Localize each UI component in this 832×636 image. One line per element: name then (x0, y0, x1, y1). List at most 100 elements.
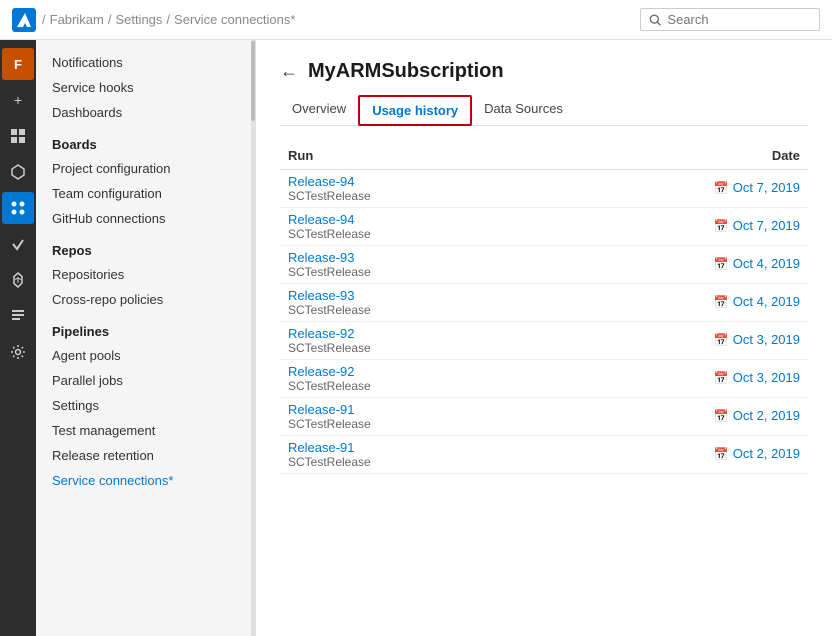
run-sub: SCTestRelease (288, 265, 531, 279)
date-value: Oct 4, 2019 (733, 294, 800, 309)
sidebar-section-pipelines: Pipelines (52, 324, 239, 339)
breadcrumb-sep2: / (108, 12, 112, 27)
sidebar-item-repositories[interactable]: Repositories (52, 262, 239, 287)
run-cell: Release-92 SCTestRelease (280, 360, 539, 398)
sidebar-item-plus[interactable]: + (2, 84, 34, 116)
sidebar-item-artifacts[interactable] (2, 264, 34, 296)
sidebar-item-release-retention[interactable]: Release retention (52, 443, 239, 468)
breadcrumb-sep3: / (166, 12, 170, 27)
run-name[interactable]: Release-91 (288, 440, 531, 455)
topbar: / Fabrikam / Settings / Service connecti… (0, 0, 832, 40)
sidebar-item-test-management[interactable]: Test management (52, 418, 239, 443)
back-button[interactable]: ← (280, 61, 298, 82)
azure-logo (12, 8, 36, 32)
run-cell: Release-91 SCTestRelease (280, 436, 539, 474)
date-cell: 📅 Oct 4, 2019 (539, 284, 808, 322)
sidebar-item-service-connections[interactable]: Service connections* (52, 468, 239, 493)
run-sub: SCTestRelease (288, 227, 531, 241)
sidebar-item-settings[interactable]: Settings (52, 393, 239, 418)
sidebar-item-parallel-jobs[interactable]: Parallel jobs (52, 368, 239, 393)
table-row[interactable]: Release-93 SCTestRelease 📅 Oct 4, 2019 (280, 246, 808, 284)
page-header: ← MyARMSubscription (280, 60, 808, 83)
sidebar-item-pipelines[interactable] (2, 192, 34, 224)
sidebar-item-cross-repo[interactable]: Cross-repo policies (52, 287, 239, 312)
run-name[interactable]: Release-92 (288, 364, 531, 379)
tab-data-sources[interactable]: Data Sources (472, 95, 575, 126)
run-cell: Release-93 SCTestRelease (280, 284, 539, 322)
search-box[interactable] (640, 8, 820, 31)
scrollbar-thumb (251, 41, 255, 121)
sidebar-item-repos[interactable] (2, 156, 34, 188)
icon-sidebar: F + (0, 40, 36, 636)
sidebar-item-boards[interactable] (2, 120, 34, 152)
breadcrumb-separator: / (42, 12, 46, 27)
breadcrumb-fabrikam[interactable]: Fabrikam (50, 12, 104, 27)
search-input[interactable] (667, 12, 811, 27)
run-name[interactable]: Release-91 (288, 402, 531, 417)
settings-sidebar: Notifications Service hooks Dashboards B… (36, 40, 256, 636)
calendar-icon: 📅 (714, 181, 729, 195)
user-avatar[interactable]: F (2, 48, 34, 80)
calendar-icon: 📅 (714, 333, 729, 347)
calendar-icon: 📅 (714, 447, 729, 461)
run-name[interactable]: Release-94 (288, 212, 531, 227)
date-value: Oct 2, 2019 (733, 446, 800, 461)
table-row[interactable]: Release-92 SCTestRelease 📅 Oct 3, 2019 (280, 360, 808, 398)
content-area: ← MyARMSubscription Overview Usage histo… (256, 40, 832, 636)
run-cell: Release-92 SCTestRelease (280, 322, 539, 360)
calendar-icon: 📅 (714, 371, 729, 385)
date-cell: 📅 Oct 3, 2019 (539, 360, 808, 398)
tab-usage-history[interactable]: Usage history (358, 95, 472, 126)
sidebar-section-boards: Boards (52, 137, 239, 152)
date-value: Oct 3, 2019 (733, 332, 800, 347)
run-name[interactable]: Release-93 (288, 288, 531, 303)
run-cell: Release-93 SCTestRelease (280, 246, 539, 284)
calendar-icon: 📅 (714, 295, 729, 309)
date-cell: 📅 Oct 7, 2019 (539, 170, 808, 208)
search-icon (649, 13, 661, 27)
run-name[interactable]: Release-93 (288, 250, 531, 265)
run-sub: SCTestRelease (288, 455, 531, 469)
calendar-icon: 📅 (714, 219, 729, 233)
date-value: Oct 2, 2019 (733, 408, 800, 423)
run-name[interactable]: Release-94 (288, 174, 531, 189)
sidebar-item-team-config[interactable]: Team configuration (52, 181, 239, 206)
col-date: Date (539, 142, 808, 170)
table-row[interactable]: Release-94 SCTestRelease 📅 Oct 7, 2019 (280, 170, 808, 208)
tab-bar: Overview Usage history Data Sources (280, 95, 808, 126)
run-sub: SCTestRelease (288, 417, 531, 431)
run-cell: Release-91 SCTestRelease (280, 398, 539, 436)
sidebar-item-github-connections[interactable]: GitHub connections (52, 206, 239, 231)
run-cell: Release-94 SCTestRelease (280, 170, 539, 208)
date-value: Oct 7, 2019 (733, 218, 800, 233)
table-row[interactable]: Release-93 SCTestRelease 📅 Oct 4, 2019 (280, 284, 808, 322)
sidebar-scrollbar[interactable] (251, 40, 255, 636)
tab-overview[interactable]: Overview (280, 95, 358, 126)
sidebar-item-test-plans[interactable] (2, 228, 34, 260)
date-value: Oct 4, 2019 (733, 256, 800, 271)
table-row[interactable]: Release-92 SCTestRelease 📅 Oct 3, 2019 (280, 322, 808, 360)
breadcrumb-service-connections[interactable]: Service connections* (174, 12, 295, 27)
sidebar-item-overview[interactable] (2, 300, 34, 332)
main-layout: F + (0, 40, 832, 636)
table-row[interactable]: Release-91 SCTestRelease 📅 Oct 2, 2019 (280, 398, 808, 436)
table-row[interactable]: Release-91 SCTestRelease 📅 Oct 2, 2019 (280, 436, 808, 474)
sidebar-item-settings[interactable] (2, 336, 34, 368)
date-value: Oct 3, 2019 (733, 370, 800, 385)
sidebar-item-service-hooks[interactable]: Service hooks (52, 75, 239, 100)
calendar-icon: 📅 (714, 257, 729, 271)
run-sub: SCTestRelease (288, 189, 531, 203)
breadcrumb-settings[interactable]: Settings (115, 12, 162, 27)
calendar-icon: 📅 (714, 409, 729, 423)
page-title: MyARMSubscription (308, 60, 504, 83)
date-cell: 📅 Oct 2, 2019 (539, 398, 808, 436)
table-row[interactable]: Release-94 SCTestRelease 📅 Oct 7, 2019 (280, 208, 808, 246)
run-sub: SCTestRelease (288, 379, 531, 393)
run-name[interactable]: Release-92 (288, 326, 531, 341)
sidebar-item-dashboards[interactable]: Dashboards (52, 100, 239, 125)
sidebar-item-agent-pools[interactable]: Agent pools (52, 343, 239, 368)
run-sub: SCTestRelease (288, 303, 531, 317)
sidebar-item-notifications[interactable]: Notifications (52, 50, 239, 75)
sidebar-item-project-config[interactable]: Project configuration (52, 156, 239, 181)
date-cell: 📅 Oct 4, 2019 (539, 246, 808, 284)
